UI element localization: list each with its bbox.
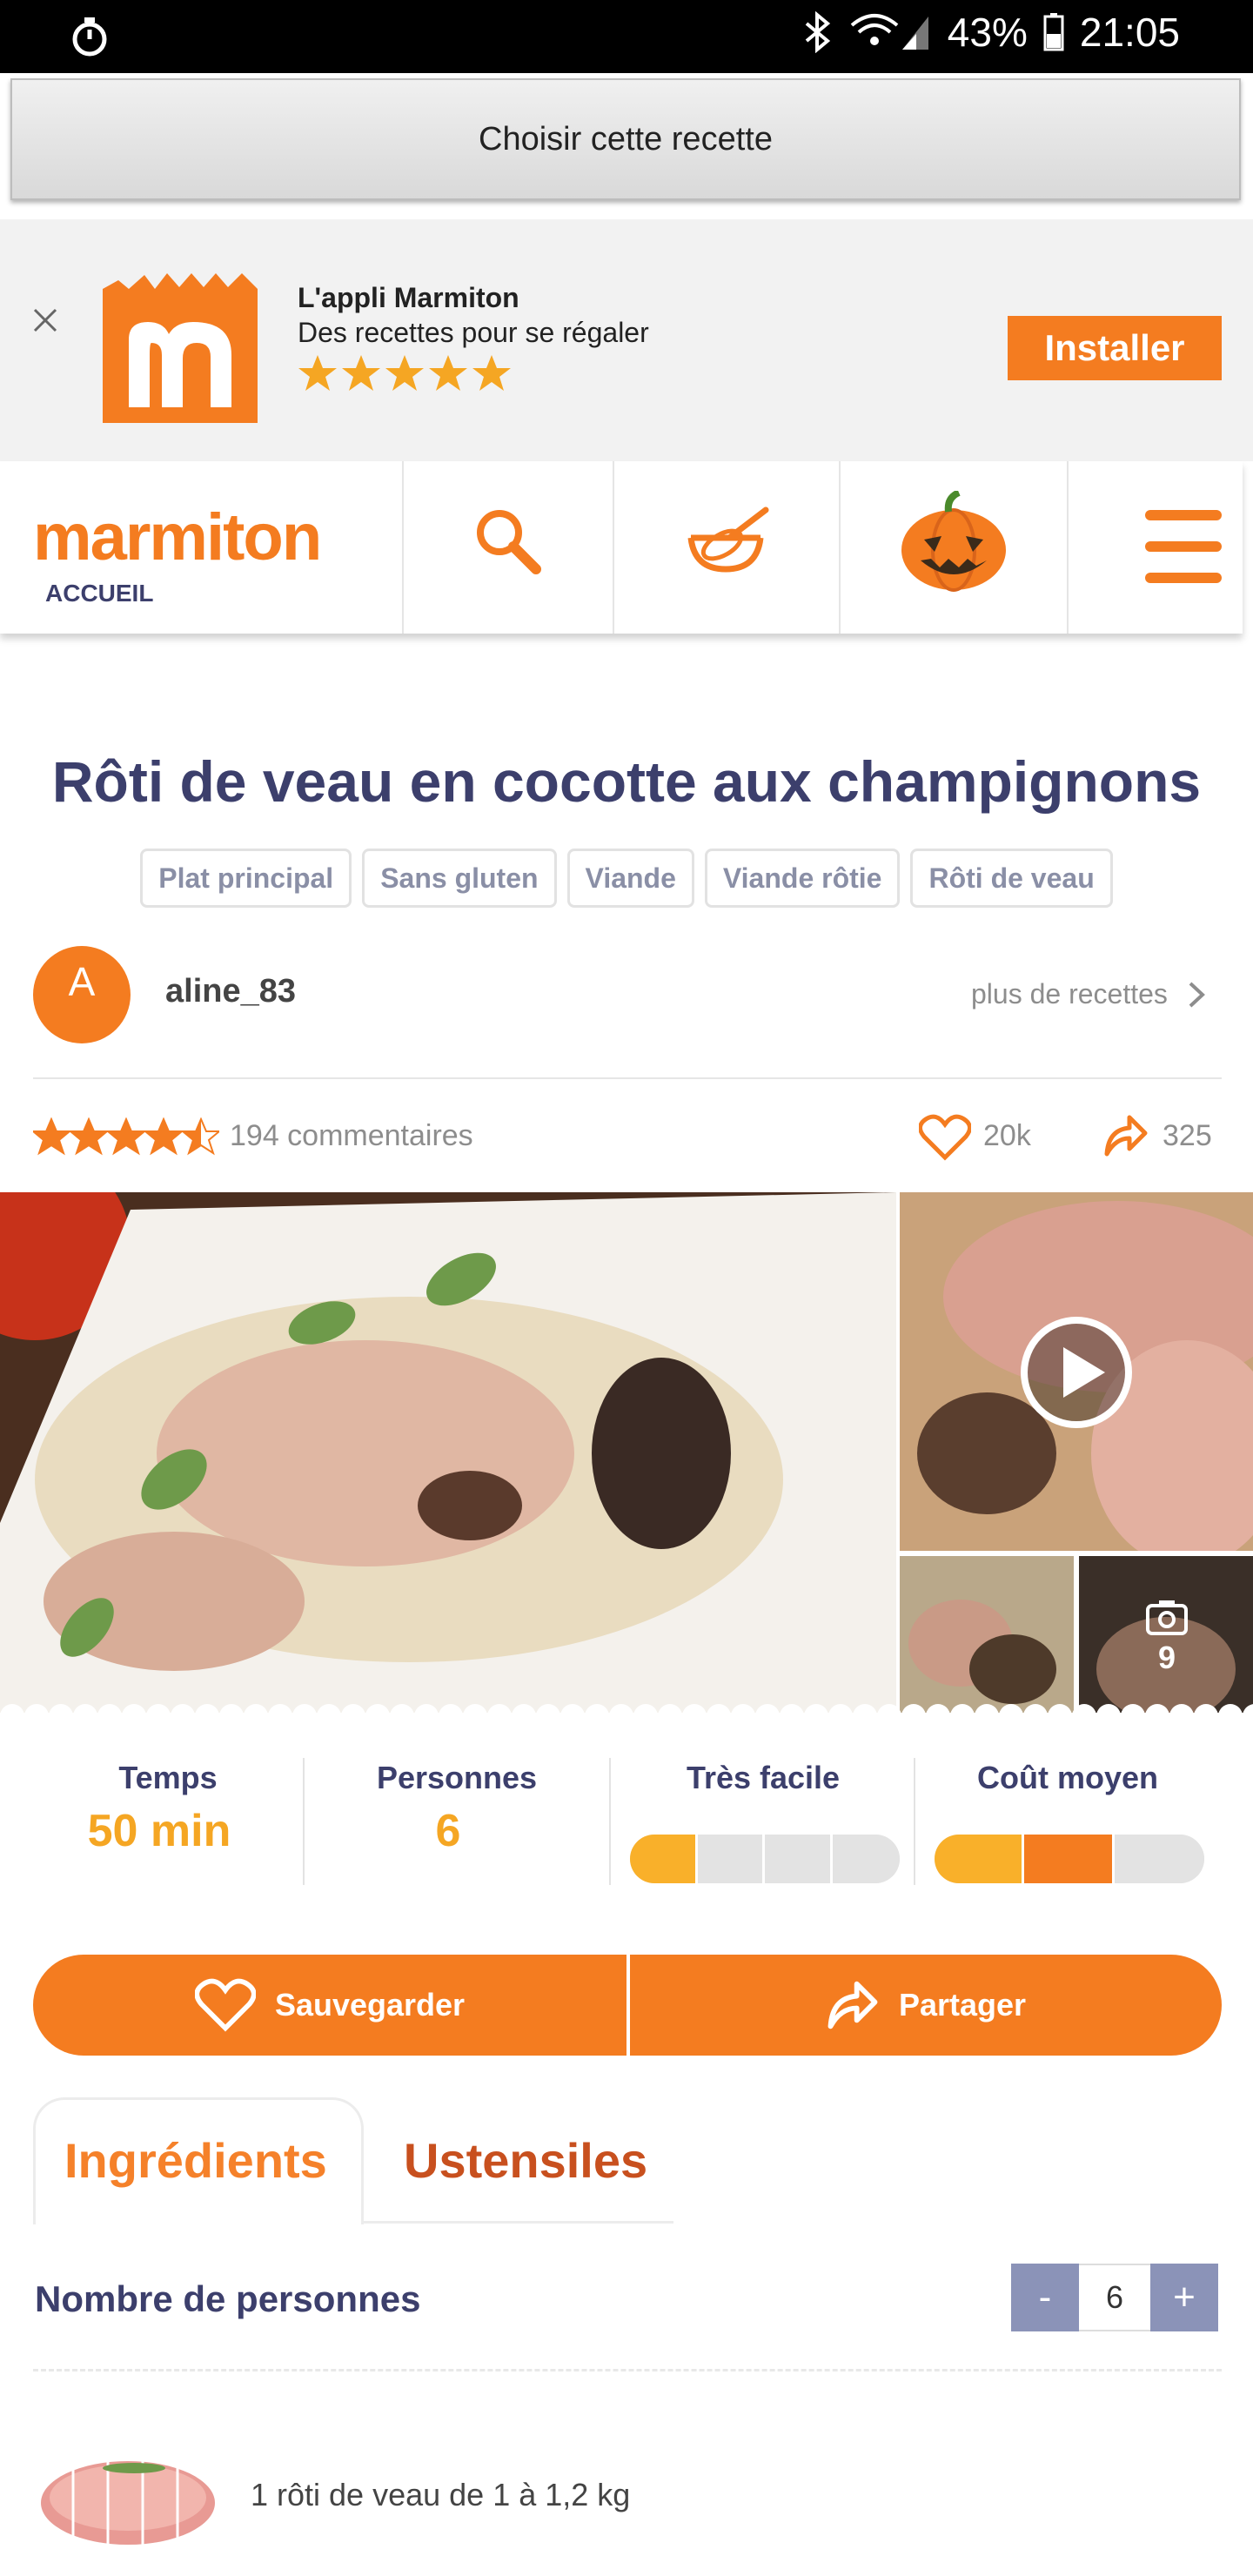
comments-link[interactable]: 194 commentaires [230,1119,473,1153]
clock: 21:05 [1079,10,1180,55]
dashed-divider [33,2369,1222,2371]
scalloped-edge [0,1702,1253,1725]
nav-divider [1067,461,1069,634]
home-logo-link[interactable]: marmiton ACCUEIL [33,505,399,609]
photo-count: 9 [1157,1640,1176,1675]
tag-chip[interactable]: Sans gluten [362,849,557,908]
level-segment [935,1835,1025,1883]
level-segment [1114,1835,1204,1883]
recipe-tags: Plat principal Sans gluten Viande Viande… [0,849,1253,908]
close-icon[interactable] [31,306,59,334]
chevron-right-icon [1189,982,1205,1007]
save-label: Sauvegarder [274,1987,466,2023]
cost-label: Coût moyen [976,1760,1158,1795]
stat-divider [609,1758,611,1885]
level-segment [832,1835,900,1883]
share-button[interactable]: Partager [630,1955,1222,2056]
app-rating-stars [298,355,511,391]
level-segment [697,1835,765,1883]
people-label: Personnes [376,1760,538,1795]
servings-input[interactable]: 6 [1079,2264,1150,2331]
more-recipes-link[interactable]: plus de recettes [971,978,1206,1010]
nav-divider [839,461,841,634]
choose-recipe-button[interactable]: Choisir cette recette [10,78,1241,200]
share-icon[interactable] [1103,1114,1149,1157]
stat-divider [914,1758,915,1885]
recipe-rating-stars [33,1117,219,1156]
time-label: Temps [118,1760,218,1795]
stopwatch-icon [72,17,107,57]
level-segment [630,1835,698,1883]
tag-chip[interactable]: Viande rôtie [704,849,901,908]
decrease-servings-button[interactable]: - [1011,2264,1079,2331]
heart-icon[interactable] [919,1114,971,1161]
divider [33,1077,1222,1079]
ingredient-image [41,2461,215,2545]
menu-icon[interactable] [1145,508,1222,585]
share-arrow-icon [828,1981,878,2029]
marmiton-app-icon [103,273,258,423]
home-label: ACCUEIL [45,580,154,607]
search-icon[interactable] [473,506,543,576]
level-segment [1024,1835,1115,1883]
difficulty-bar [630,1835,900,1883]
tab-ingredients-label: Ingrédients [64,2133,327,2188]
tag-chip[interactable]: Plat principal [140,849,352,908]
more-photos-thumbnail[interactable] [1079,1556,1253,1716]
signal-wifi-icon [850,14,928,50]
gallery-thumbnail[interactable] [900,1556,1074,1716]
likes-count: 20k [983,1119,1031,1152]
tab-utensils[interactable]: Ustensiles [404,2132,647,2189]
battery-icon [1043,13,1064,51]
tag-chip[interactable]: Viande [566,849,694,908]
cost-bar [935,1835,1204,1883]
nav-divider [402,461,404,634]
save-button[interactable]: Sauvegarder [33,1955,626,2056]
play-icon[interactable] [1020,1316,1133,1429]
stat-divider [303,1758,305,1885]
tag-chip[interactable]: Rôti de veau [910,849,1113,908]
battery-percent: 43% [947,10,1028,55]
more-recipes-label: plus de recettes [971,978,1168,1010]
camera-icon [1146,1600,1188,1635]
share-label: Partager [898,1987,1027,2023]
heart-outline-icon [194,1978,256,2032]
install-button[interactable]: Installer [1008,316,1222,380]
time-value: 50 min [87,1806,231,1856]
recipe-title: Rôti de veau en cocotte aux champignons [51,749,1202,814]
level-segment [765,1835,833,1883]
shares-count: 325 [1163,1119,1212,1152]
marmiton-logo: marmiton [33,500,322,574]
difficulty-label: Très facile [686,1760,841,1795]
people-value: 6 [435,1806,461,1856]
nav-divider [613,461,614,634]
app-banner-subtitle: Des recettes pour se régaler [298,317,649,348]
tab-underline [364,2221,673,2224]
bluetooth-icon [805,11,830,53]
main-recipe-photo[interactable] [0,1192,896,1716]
author-avatar[interactable]: A [33,946,131,1043]
ingredient-text: 1 rôti de veau de 1 à 1,2 kg [251,2477,631,2512]
pumpkin-icon[interactable] [898,491,1009,592]
increase-servings-button[interactable]: + [1150,2264,1218,2331]
author-name[interactable]: aline_83 [165,973,296,1010]
status-bar: 43% 21:05 [0,0,1253,73]
servings-label: Nombre de personnes [35,2278,421,2319]
whisk-bowl-icon[interactable] [686,506,773,576]
app-banner-title: L'appli Marmiton [298,282,519,313]
